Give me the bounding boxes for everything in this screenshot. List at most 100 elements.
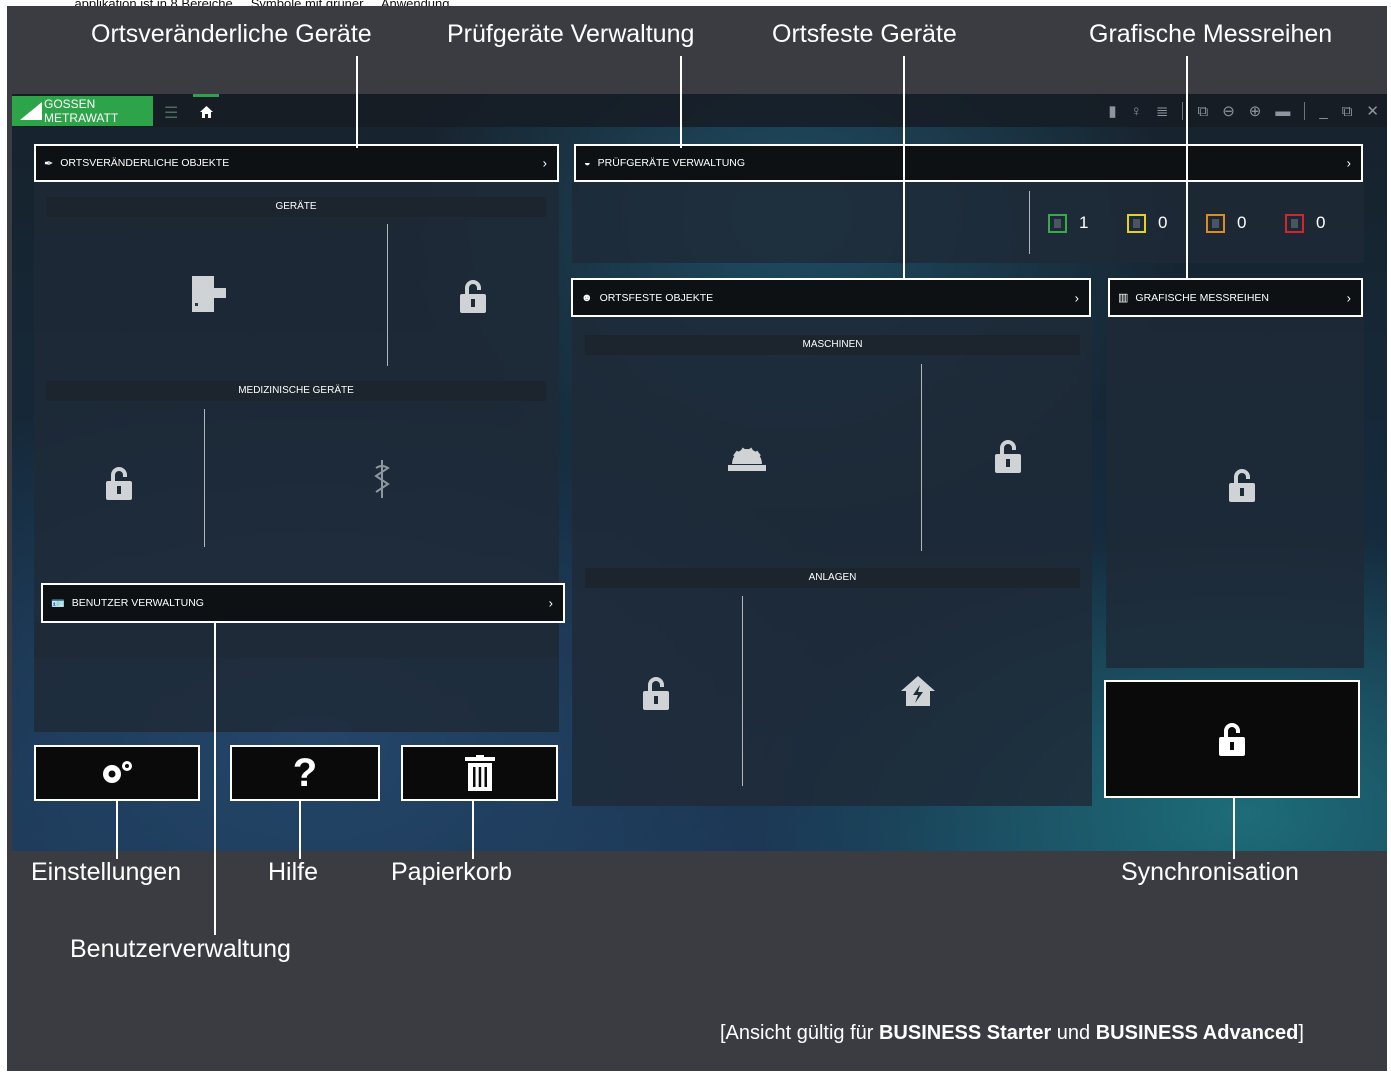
toolbar-divider	[1304, 102, 1306, 120]
logo-triangle-icon	[20, 102, 42, 120]
chevron-right-icon: ›	[1346, 155, 1351, 171]
divider	[921, 364, 922, 551]
grafische-title: GRAFISCHE MESSREIHEN	[1135, 291, 1270, 304]
counter-due[interactable]: 0	[1206, 213, 1246, 233]
question-icon: ?	[292, 750, 318, 795]
status-box-icon	[1285, 213, 1304, 233]
card-icon[interactable]: ▬	[1275, 103, 1290, 120]
divider	[204, 409, 205, 547]
restore-icon[interactable]: ⧉	[1342, 103, 1353, 120]
leader-line	[1186, 56, 1188, 278]
lock-icon[interactable]	[106, 466, 132, 500]
status-box-icon	[1048, 213, 1067, 233]
house-power-icon[interactable]	[901, 676, 935, 706]
callout-hilfe: Hilfe	[268, 858, 319, 886]
lock-icon[interactable]	[995, 439, 1021, 473]
maschinen-subheader: MASCHINEN	[585, 335, 1080, 355]
callout-pruefgeraete: Prüfgeräte Verwaltung	[447, 20, 695, 48]
callout-einstellungen: Einstellungen	[31, 858, 182, 886]
counter-value: 0	[1237, 213, 1247, 232]
app-window: GOSSEN METRAWATT ☰ ▮ ♀ ≣ ⧉ ⊖ ⊕ ▬ _ ⧉ ✕ ✒…	[12, 94, 1387, 851]
callout-ortsfeste: Ortsfeste Geräte	[772, 20, 957, 48]
lock-icon[interactable]	[643, 676, 669, 710]
benutzer-title: BENUTZER VERWALTUNG	[71, 597, 204, 609]
menu-icon[interactable]: ☰	[164, 103, 178, 123]
bulb-icon[interactable]: ♀	[1131, 103, 1142, 120]
benutzer-header[interactable]: 🪪 BENUTZER VERWALTUNG ›	[41, 583, 565, 623]
counter-value: 0	[1316, 213, 1326, 232]
callout-benutzerverwaltung: Benutzerverwaltung	[70, 935, 291, 963]
lock-icon	[1219, 723, 1245, 756]
leader-line	[356, 56, 358, 148]
anlagen-subheader: ANLAGEN	[585, 568, 1080, 588]
minimize-icon[interactable]: _	[1319, 103, 1327, 120]
ortsfeste-title: ORTSFESTE OBJEKTE	[599, 291, 714, 304]
grafische-header[interactable]: ▥ GRAFISCHE MESSREIHEN ›	[1108, 278, 1363, 317]
screen-icon[interactable]: ⧉	[1197, 103, 1208, 120]
home-tab[interactable]	[193, 94, 219, 127]
footnote-business-starter: BUSINESS Starter	[878, 1022, 1052, 1044]
footnote-mid: und	[1051, 1022, 1096, 1044]
chevron-right-icon: ›	[548, 595, 553, 611]
footnote-suffix: ]	[1298, 1022, 1304, 1044]
leader-line	[116, 801, 118, 859]
pruefgeraete-header[interactable]: ◒ PRÜFGERÄTE VERWALTUNG ›	[574, 144, 1363, 182]
help-button[interactable]: ?	[230, 745, 380, 801]
plug-icon: ✒	[44, 157, 54, 170]
chevron-right-icon: ›	[1346, 290, 1351, 305]
counter-value: 0	[1158, 213, 1168, 232]
logo-text: GOSSEN METRAWATT	[44, 97, 119, 125]
footnote-business-advanced: BUSINESS Advanced	[1095, 1022, 1299, 1044]
medizinische-subheader: MEDIZINISCHE GERÄTE	[46, 381, 546, 401]
counter-warning[interactable]: 0	[1127, 213, 1167, 233]
trash-button[interactable]	[401, 745, 558, 801]
saw-machine-icon[interactable]	[728, 446, 766, 472]
user-card-icon: 🪪	[51, 597, 65, 610]
counter-ok[interactable]: 1	[1048, 213, 1088, 233]
close-icon[interactable]: ✕	[1366, 102, 1379, 120]
pruefgeraete-title: PRÜFGERÄTE VERWALTUNG	[597, 157, 746, 169]
leader-line	[472, 801, 474, 859]
ortsfeste-panel	[572, 316, 1092, 806]
home-icon	[199, 106, 213, 118]
leader-line	[1233, 798, 1235, 859]
notebook-icon[interactable]: ▮	[1108, 102, 1116, 120]
counter-value: 1	[1079, 213, 1089, 232]
settings-button[interactable]	[34, 745, 200, 801]
zoom-out-icon[interactable]: ⊖	[1222, 102, 1235, 120]
zoom-in-icon[interactable]: ⊕	[1249, 102, 1262, 120]
caduceus-icon[interactable]	[374, 460, 390, 498]
ortsveraenderliche-title: ORTSVERÄNDERLICHE OBJEKTE	[60, 157, 230, 169]
toolbar-divider	[1182, 102, 1184, 120]
database-icon[interactable]: ≣	[1156, 102, 1169, 120]
lock-icon[interactable]	[1229, 468, 1255, 502]
leader-line	[214, 623, 216, 935]
chevron-right-icon: ›	[1074, 290, 1079, 305]
callout-ortsveraenderliche: Ortsveränderliche Geräte	[91, 20, 372, 48]
leader-line	[299, 801, 301, 859]
status-box-icon	[1206, 213, 1225, 233]
counter-overdue[interactable]: 0	[1285, 213, 1325, 233]
callout-papierkorb: Papierkorb	[391, 858, 512, 886]
footnote-prefix: [Ansicht gültig für	[720, 1022, 879, 1044]
ortsfeste-header[interactable]: ☻ ORTSFESTE OBJEKTE ›	[571, 278, 1091, 317]
callout-synchronisation: Synchronisation	[1121, 858, 1299, 886]
benutzer-panel	[34, 622, 559, 732]
leader-line	[903, 56, 905, 278]
trash-icon	[464, 755, 495, 791]
gears-icon	[103, 761, 132, 783]
gauge-icon: ◒	[584, 157, 591, 169]
divider	[1029, 191, 1030, 254]
title-bar: GOSSEN METRAWATT ☰ ▮ ♀ ≣ ⧉ ⊖ ⊕ ▬ _ ⧉ ✕	[12, 94, 1387, 127]
lock-icon[interactable]	[460, 279, 486, 313]
sync-button[interactable]	[1104, 680, 1360, 798]
bar-chart-icon: ▥	[1118, 292, 1129, 304]
device-icon[interactable]	[192, 276, 226, 312]
callout-grafische: Grafische Messreihen	[1089, 20, 1333, 48]
geraete-subheader: GERÄTE	[46, 197, 546, 217]
divider	[387, 224, 388, 366]
brand-logo: GOSSEN METRAWATT	[12, 96, 153, 126]
toolbar: ▮ ♀ ≣ ⧉ ⊖ ⊕ ▬ _ ⧉ ✕	[1108, 100, 1379, 122]
ortsveraenderliche-header[interactable]: ✒ ORTSVERÄNDERLICHE OBJEKTE ›	[34, 144, 559, 182]
divider	[742, 596, 743, 786]
